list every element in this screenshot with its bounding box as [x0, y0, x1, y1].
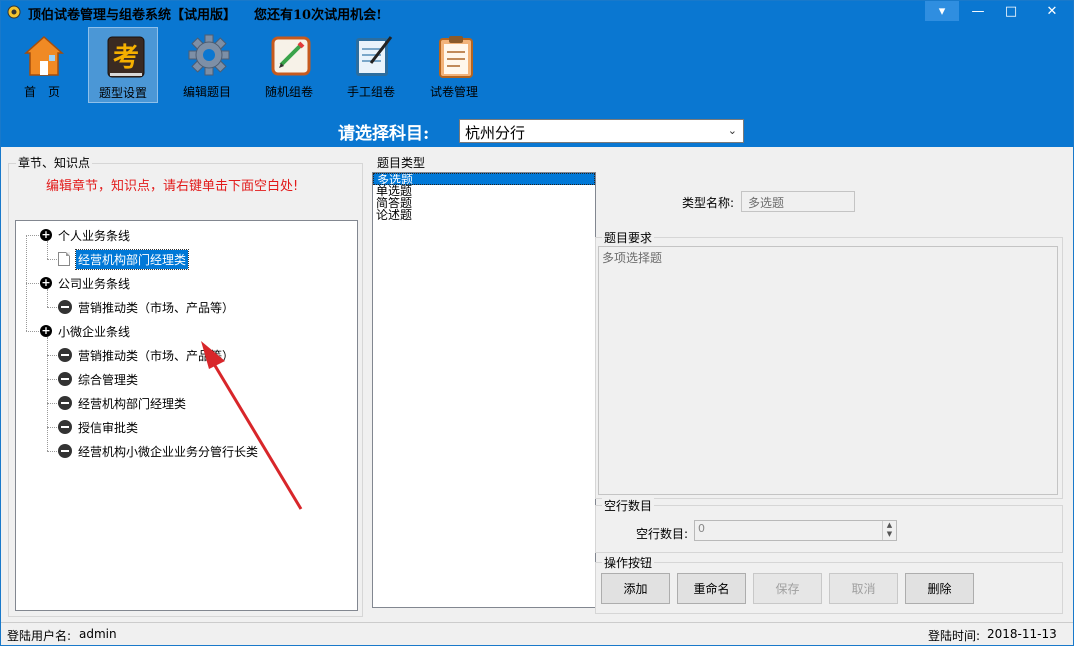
collapse-icon[interactable]	[58, 372, 72, 386]
window-menu-button[interactable]: ▾	[925, 1, 959, 21]
expand-icon[interactable]: +	[40, 229, 52, 241]
tree-connector	[26, 235, 41, 236]
tree-node-label: 综合管理类	[78, 372, 139, 387]
app-window: 顶伯试卷管理与组卷系统【试用版】 您还有10次试用机会! ▾ — □ ✕ 首 页 …	[0, 0, 1074, 646]
toolbar-edit-question-label: 编辑题目	[182, 85, 231, 99]
toolbar-home-label: 首 页	[23, 85, 60, 99]
tree-node[interactable]: + 小微企业条线	[40, 321, 130, 341]
exam-book-icon: 考	[107, 36, 145, 78]
blank-group-label: 空行数目	[602, 497, 655, 514]
subject-select-value: 杭州分行	[465, 124, 526, 142]
toolbar-random-paper-button[interactable]: 随机组卷	[254, 27, 324, 103]
status-bar: 登陆用户名: admin 登陆时间: 2018-11-13	[1, 622, 1073, 645]
tree-node-label: 授信审批类	[78, 420, 139, 435]
header-bar: 顶伯试卷管理与组卷系统【试用版】 您还有10次试用机会! ▾ — □ ✕ 首 页 …	[1, 1, 1073, 147]
chevron-down-icon: ▾	[938, 3, 946, 19]
tree-node[interactable]: 经营机构部门经理类	[58, 393, 186, 413]
toolbar-question-type-button[interactable]: 考 题型设置	[88, 27, 158, 103]
tree-node[interactable]: 营销推动类（市场、产品等）	[58, 297, 234, 317]
delete-button[interactable]: 删除	[905, 573, 974, 604]
minimize-button[interactable]: —	[961, 1, 995, 21]
list-item[interactable]: 单选题	[373, 185, 595, 197]
notepad-pen-icon	[356, 36, 393, 76]
subject-label: 请选择科目:	[338, 123, 430, 144]
question-type-list[interactable]: 多选题 单选题 简答题 论述题	[372, 172, 596, 608]
pencil-board-icon	[271, 36, 311, 76]
subject-select[interactable]: 杭州分行 ⌄	[459, 119, 744, 143]
collapse-icon[interactable]	[58, 300, 72, 314]
house-icon	[24, 35, 64, 76]
user-label: 登陆用户名:	[7, 629, 72, 643]
toolbar-random-paper-label: 随机组卷	[264, 85, 313, 99]
clipboard-icon	[439, 36, 473, 78]
blank-count-label: 空行数目:	[636, 527, 689, 541]
tree-node[interactable]: 授信审批类	[58, 417, 138, 437]
blank-count-stepper[interactable]: 0 ▲ ▼	[694, 520, 897, 541]
chapter-group-label: 章节、知识点	[16, 154, 93, 171]
tree-connector	[26, 331, 41, 332]
blank-count-value: 0	[698, 522, 705, 535]
collapse-icon[interactable]	[58, 420, 72, 434]
chevron-down-icon: ⌄	[727, 124, 737, 137]
toolbar-paper-manage-label: 试卷管理	[429, 85, 478, 99]
toolbar-home-button[interactable]: 首 页	[7, 27, 77, 103]
login-time: 2018-11-13	[987, 627, 1057, 641]
list-item[interactable]: 多选题	[373, 173, 595, 185]
tree-node[interactable]: + 公司业务条线	[40, 273, 130, 293]
collapse-icon[interactable]	[58, 396, 72, 410]
toolbar-question-type-label: 题型设置	[98, 86, 147, 100]
login-time-label: 登陆时间:	[928, 629, 981, 643]
gear-icon	[188, 34, 230, 76]
svg-text:考: 考	[113, 43, 139, 73]
list-item[interactable]: 简答题	[373, 197, 595, 209]
cancel-button[interactable]: 取消	[829, 573, 898, 604]
expand-icon[interactable]: +	[40, 277, 52, 289]
toolbar-manual-paper-button[interactable]: 手工组卷	[336, 27, 406, 103]
annotation-arrow-icon	[201, 341, 303, 510]
collapse-icon[interactable]	[58, 348, 72, 362]
maximize-icon: □	[1004, 3, 1018, 19]
tree-node[interactable]: 经营机构部门经理类	[58, 248, 190, 270]
toolbar-edit-question-button[interactable]: 编辑题目	[172, 27, 242, 103]
type-name-label: 类型名称:	[682, 196, 735, 210]
tree-node-label: 个人业务条线	[58, 228, 131, 243]
subject-row: 请选择科目: 杭州分行 ⌄	[338, 119, 744, 144]
actions-group-label: 操作按钮	[602, 554, 655, 571]
toolbar-paper-manage-button[interactable]: 试卷管理	[419, 27, 489, 103]
toolbar-manual-paper-label: 手工组卷	[346, 85, 395, 99]
tree-node-label: 营销推动类（市场、产品等）	[78, 300, 235, 315]
maximize-button[interactable]: □	[994, 1, 1028, 21]
window-title: 顶伯试卷管理与组卷系统【试用版】 您还有10次试用机会!	[28, 4, 382, 23]
close-button[interactable]: ✕	[1031, 1, 1073, 21]
stepper-arrows[interactable]: ▲ ▼	[882, 521, 896, 540]
window-title-text: 顶伯试卷管理与组卷系统【试用版】	[28, 8, 237, 23]
chapter-hint: 编辑章节，知识点，请右键单击下面空白处!	[46, 179, 299, 194]
collapse-icon[interactable]	[58, 444, 72, 458]
document-icon	[58, 252, 70, 266]
rename-button[interactable]: 重命名	[677, 573, 746, 604]
list-item[interactable]: 论述题	[373, 209, 595, 221]
requirement-group-label: 题目要求	[602, 229, 655, 246]
expand-icon[interactable]: +	[40, 325, 52, 337]
chevron-up-icon[interactable]: ▲	[883, 521, 896, 530]
tree-connector	[26, 283, 41, 284]
tree-node-label: 小微企业条线	[58, 324, 131, 339]
tree-node-label: 经营机构部门经理类	[74, 248, 190, 270]
tree-node-label: 经营机构部门经理类	[78, 396, 187, 411]
app-logo-icon	[7, 5, 21, 19]
save-button[interactable]: 保存	[753, 573, 822, 604]
minimize-icon: —	[971, 3, 985, 19]
tree-node[interactable]: + 个人业务条线	[40, 225, 130, 245]
chevron-down-icon[interactable]: ▼	[883, 530, 896, 539]
question-type-group-label: 题目类型	[375, 154, 428, 171]
type-name-field[interactable]: 多选题	[741, 191, 855, 212]
user-name: admin	[79, 627, 117, 641]
tree-node-label: 公司业务条线	[58, 276, 131, 291]
requirement-textarea[interactable]: 多项选择题	[598, 246, 1058, 495]
tree-node[interactable]: 综合管理类	[58, 369, 138, 389]
close-icon: ✕	[1046, 3, 1058, 19]
trial-notice: 您还有10次试用机会!	[254, 8, 382, 23]
add-button[interactable]: 添加	[601, 573, 670, 604]
